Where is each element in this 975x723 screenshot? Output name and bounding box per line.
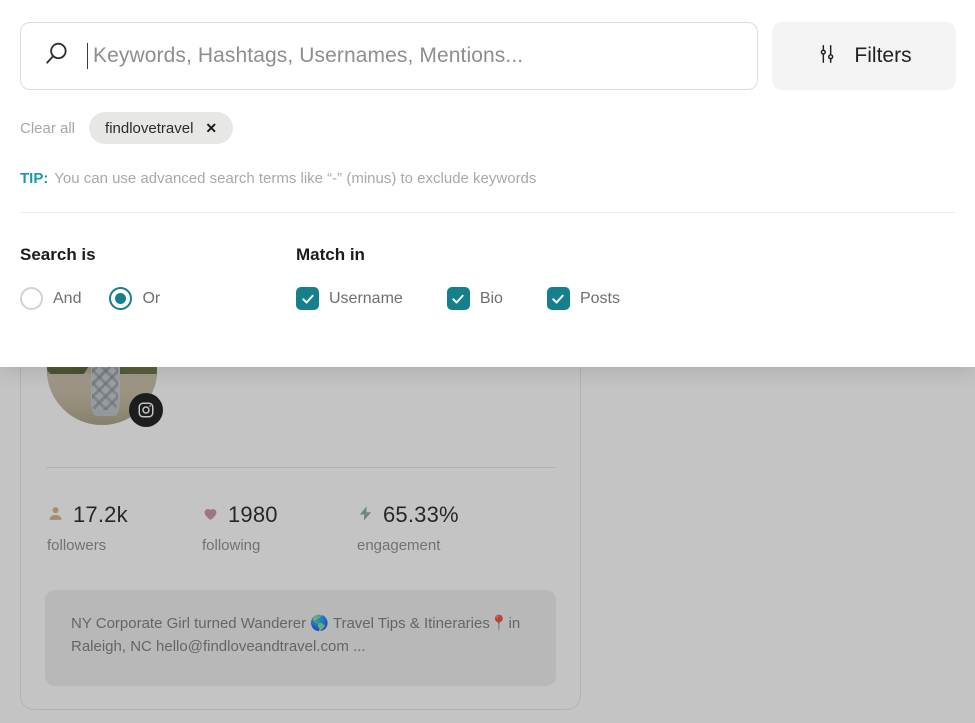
filters-button[interactable]: Filters (772, 22, 956, 90)
checkbox-option-username[interactable]: Username (296, 287, 403, 310)
checkbox-option-posts[interactable]: Posts (546, 287, 620, 310)
active-filters-row: Clear all findlovetravel ✕ (0, 90, 975, 144)
radio-option-or-label: Or (142, 289, 161, 307)
keyword-chip-label: findlovetravel (105, 119, 194, 137)
radio-option-and-label: And (53, 289, 82, 307)
checkbox-option-bio[interactable]: Bio (446, 287, 503, 310)
match-in-title: Match in (296, 245, 365, 264)
checkbox-option-bio-label: Bio (479, 289, 503, 307)
text-caret (87, 43, 88, 69)
search-input-placeholder: Keywords, Hashtags, Usernames, Mentions.… (93, 44, 524, 67)
check-icon[interactable] (296, 287, 319, 310)
radio-or-icon[interactable] (109, 287, 133, 310)
tip-row: TIP: You can use advanced search terms l… (0, 144, 975, 187)
search-icon (43, 40, 71, 73)
search-is-items: And Or (20, 287, 296, 310)
checkbox-option-username-label: Username (329, 289, 403, 307)
check-icon[interactable] (446, 287, 470, 310)
search-overlay-panel: Keywords, Hashtags, Usernames, Mentions.… (0, 0, 975, 367)
search-input[interactable]: Keywords, Hashtags, Usernames, Mentions.… (20, 22, 758, 90)
filters-button-label: Filters (854, 44, 912, 67)
options-row: Search is And Or Match in Username Bio P… (0, 213, 975, 310)
check-icon[interactable] (546, 287, 570, 310)
checkbox-option-posts-label: Posts (579, 289, 620, 307)
tip-label: TIP: (20, 170, 49, 187)
match-in-items: Username Bio Posts (296, 287, 955, 310)
search-is-title: Search is (20, 245, 96, 264)
close-icon[interactable]: ✕ (205, 121, 217, 135)
radio-option-and[interactable]: And (20, 287, 81, 310)
search-is-group: Search is And Or (20, 245, 296, 310)
radio-and-icon[interactable] (20, 287, 43, 310)
clear-all-button[interactable]: Clear all (20, 120, 75, 137)
tip-text: You can use advanced search terms like “… (50, 170, 537, 187)
page-root: United States 17.2k followers (0, 0, 975, 723)
match-in-group: Match in Username Bio Posts (296, 245, 955, 310)
sliders-icon (816, 43, 838, 70)
radio-option-or[interactable]: Or (109, 287, 160, 310)
search-row: Keywords, Hashtags, Usernames, Mentions.… (0, 0, 975, 90)
keyword-chip[interactable]: findlovetravel ✕ (89, 112, 234, 144)
